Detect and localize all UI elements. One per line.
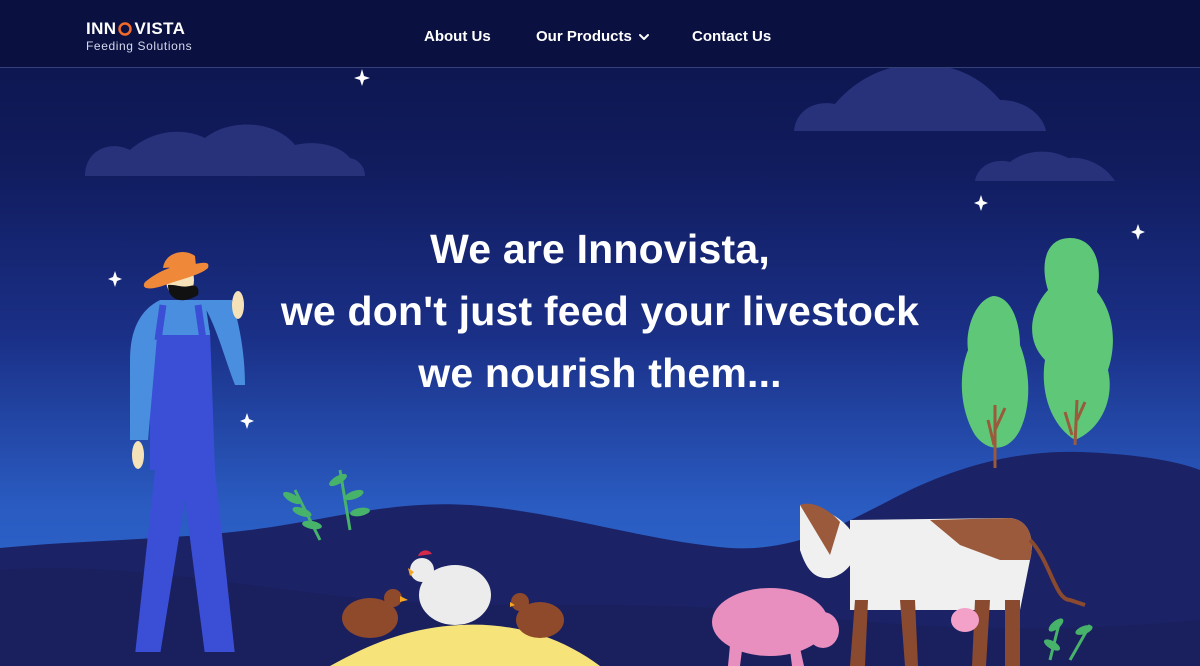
sparkle-icon <box>974 195 988 211</box>
sparkle-icon <box>354 69 370 86</box>
logo-swirl-icon <box>118 22 133 36</box>
nav-our-products[interactable]: Our Products <box>536 28 650 46</box>
landing-page: INN VISTA Feeding Solutions About Us Our… <box>0 0 1200 666</box>
chevron-down-icon <box>638 34 649 40</box>
nav-contact-us[interactable]: Contact Us <box>692 28 771 46</box>
hero-line-3: we nourish them... <box>418 350 782 396</box>
sparkle-icon <box>240 413 254 429</box>
logo-wordmark: INN VISTA <box>86 19 192 39</box>
logo-text-part1: INN <box>86 19 117 38</box>
hero-line-2: we don't just feed your livestock <box>280 288 920 334</box>
top-navbar: INN VISTA Feeding Solutions About Us Our… <box>0 0 1200 68</box>
hero-line-1: We are Innovista, <box>430 226 770 272</box>
nav-our-products-label: Our Products <box>536 28 632 45</box>
logo-text-part2: VISTA <box>134 19 186 38</box>
clouds <box>85 64 1115 181</box>
brand-logo[interactable]: INN VISTA Feeding Solutions <box>86 19 192 53</box>
cloud-left <box>85 124 365 176</box>
cloud-right-top <box>794 64 1046 131</box>
cloud-right-small <box>975 151 1115 181</box>
nav-about-us[interactable]: About Us <box>424 28 491 46</box>
logo-tagline: Feeding Solutions <box>86 39 193 53</box>
hero-heading: We are Innovista, we don't just feed you… <box>0 218 1200 404</box>
